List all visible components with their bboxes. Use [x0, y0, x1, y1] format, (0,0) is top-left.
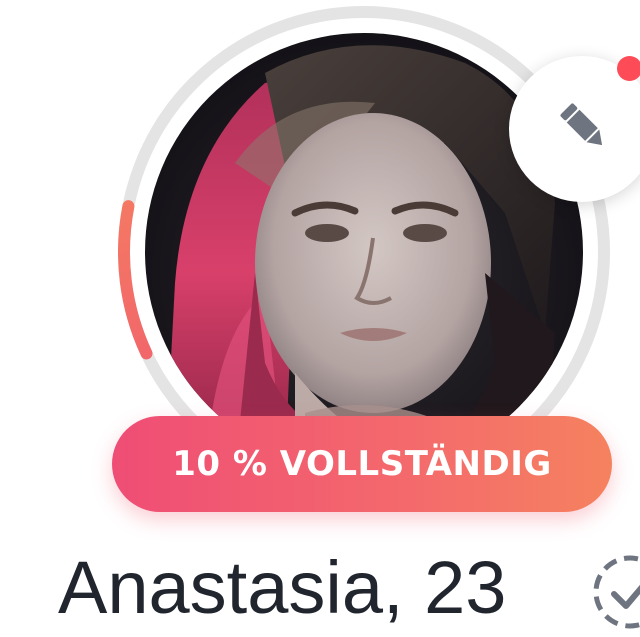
notification-dot	[617, 56, 640, 81]
pencil-icon	[560, 103, 603, 146]
profile-name-age: Anastasia, 23	[58, 546, 507, 629]
verified-check-icon[interactable]	[590, 552, 640, 632]
completion-label: 10 % VOLLSTÄNDIG	[172, 444, 552, 484]
profile-completion-badge[interactable]: 10 % VOLLSTÄNDIG	[112, 416, 612, 512]
profile-screen: 10 % VOLLSTÄNDIG Anastasia, 23	[0, 0, 640, 637]
